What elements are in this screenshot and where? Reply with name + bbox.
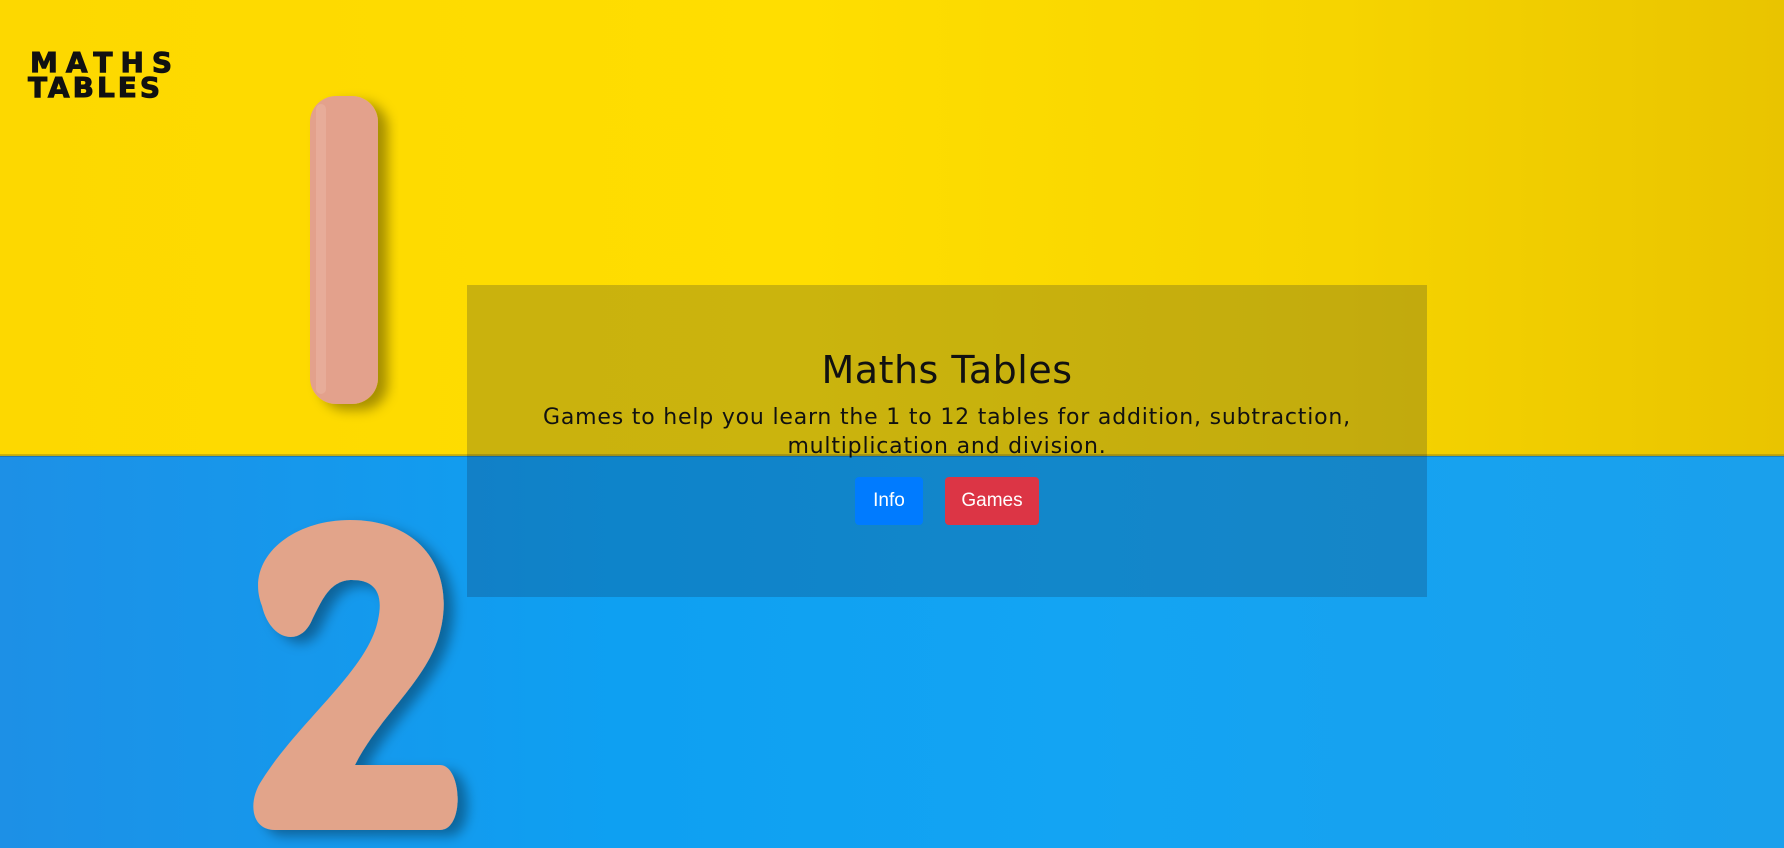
- page: MATHS TABLES Maths Tables Games to help …: [0, 0, 1784, 848]
- info-button[interactable]: Info: [855, 477, 923, 525]
- digit-two-cutout: [253, 520, 458, 830]
- logo-line-tables: TABLES: [28, 71, 164, 104]
- page-title: Maths Tables: [821, 348, 1073, 392]
- games-button[interactable]: Games: [945, 477, 1039, 525]
- site-logo[interactable]: MATHS TABLES: [28, 48, 173, 104]
- hero-panel: Maths Tables Games to help you learn the…: [467, 285, 1427, 597]
- hero-subtitle: Games to help you learn the 1 to 12 tabl…: [543, 405, 1351, 459]
- hero-button-group: Info Games: [467, 477, 1427, 525]
